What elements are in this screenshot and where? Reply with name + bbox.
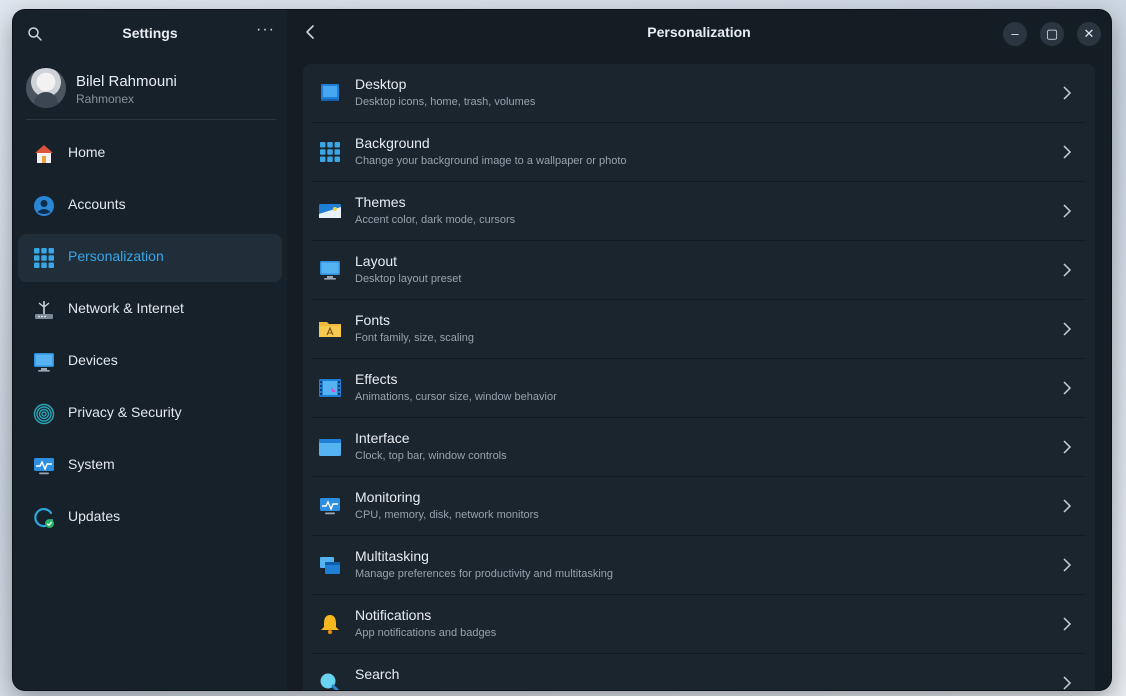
list-item-multitasking[interactable]: Multitasking Manage preferences for prod… [312,536,1086,595]
user-profile[interactable]: Bilel Rahmouni Rahmonex [26,67,276,120]
close-button[interactable]: ✕ [1077,22,1101,46]
sidebar-item-privacy[interactable]: Privacy & Security [18,390,282,438]
profile-username: Rahmonex [76,92,135,106]
chevron-right-icon [1063,263,1072,277]
page-title: Personalization [647,24,751,40]
row-title: Monitoring [355,489,421,505]
row-subtitle: Desktop icons, home, trash, volumes [355,96,536,108]
sidebar: Settings ··· Bilel Rahmouni Rahmonex Hom… [13,10,287,690]
chevron-right-icon [1063,676,1072,690]
multitasking-icon [320,557,340,574]
effects-icon [319,379,341,397]
sidebar-title: Settings [122,25,178,41]
row-subtitle: Font family, size, scaling [355,332,475,344]
sidebar-item-label: Accounts [68,196,126,212]
user-icon [34,196,54,216]
chevron-right-icon [1063,204,1072,218]
minimize-button[interactable]: – [1003,22,1027,46]
row-subtitle: Manage preferences for productivity and … [355,568,614,580]
monitoring-icon [320,498,340,515]
monitor-icon [34,353,54,372]
sidebar-header: Settings ··· [13,10,287,56]
interface-icon [319,439,341,456]
list-item-background[interactable]: Background Change your background image … [312,123,1086,182]
sidebar-item-personalization[interactable]: Personalization [18,234,282,282]
sidebar-item-updates[interactable]: Updates [18,494,282,542]
row-title: Interface [355,430,410,446]
chevron-right-icon [1063,440,1072,454]
row-subtitle: CPU, memory, disk, network monitors [355,509,539,521]
row-subtitle: Clock, top bar, window controls [355,450,507,462]
list-item-monitoring[interactable]: Monitoring CPU, memory, disk, network mo… [312,477,1086,536]
settings-window: Settings ··· Bilel Rahmouni Rahmonex Hom… [13,10,1111,690]
list-item-desktop[interactable]: Desktop Desktop icons, home, trash, volu… [312,64,1086,123]
row-subtitle: Change your background image to a wallpa… [355,155,627,167]
sidebar-item-accounts[interactable]: Accounts [18,182,282,230]
network-icon [35,301,53,319]
more-options-icon[interactable]: ··· [256,22,275,38]
main-header: Personalization – ▢ ✕ [287,10,1111,56]
sidebar-item-network[interactable]: Network & Internet [18,286,282,334]
row-title: Search [355,666,400,682]
sidebar-nav: Home Accounts Personalization Network & … [18,130,282,546]
row-subtitle: App notifications and badges [355,627,497,639]
update-icon [34,508,54,528]
row-title: Fonts [355,312,391,328]
chevron-right-icon [1063,145,1072,159]
sidebar-item-devices[interactable]: Devices [18,338,282,386]
themes-icon [319,204,341,218]
row-title: Background [355,135,430,151]
bell-icon [321,615,339,635]
desktop-icon [321,84,339,101]
row-subtitle: Accent color, dark mode, cursors [355,214,516,226]
list-item-effects[interactable]: Effects Animations, cursor size, window … [312,359,1086,418]
home-icon [35,145,53,163]
maximize-button[interactable]: ▢ [1040,22,1064,46]
sidebar-item-label: Devices [68,352,118,368]
fonts-icon [319,322,341,337]
search-icon [320,673,340,690]
profile-name: Bilel Rahmouni [76,73,177,90]
row-title: Layout [355,253,398,269]
chevron-right-icon [1063,86,1072,100]
row-subtitle: Animations, cursor size, window behavior [355,391,557,403]
row-title: Notifications [355,607,432,623]
background-icon [320,142,340,162]
list-item-search[interactable]: Search [312,654,1086,690]
chevron-right-icon [1063,322,1072,336]
sidebar-item-label: System [68,456,115,472]
list-item-themes[interactable]: Themes Accent color, dark mode, cursors [312,182,1086,241]
sidebar-item-label: Privacy & Security [68,404,182,420]
layout-icon [320,261,340,280]
chevron-right-icon [1063,381,1072,395]
sidebar-item-label: Updates [68,508,121,524]
main-panel: Personalization – ▢ ✕ Desktop Desktop ic… [287,10,1111,690]
row-title: Desktop [355,76,407,92]
list-item-fonts[interactable]: Fonts Font family, size, scaling [312,300,1086,359]
list-item-layout[interactable]: Layout Desktop layout preset [312,241,1086,300]
row-title: Themes [355,194,406,210]
list-item-interface[interactable]: Interface Clock, top bar, window control… [312,418,1086,477]
chevron-right-icon [1063,499,1072,513]
avatar [26,68,66,108]
row-subtitle: Desktop layout preset [355,273,462,285]
fingerprint-icon [33,403,55,425]
sidebar-item-label: Network & Internet [68,300,184,316]
chevron-right-icon [1063,617,1072,631]
chevron-right-icon [1063,558,1072,572]
sidebar-item-home[interactable]: Home [18,130,282,178]
settings-list: Desktop Desktop icons, home, trash, volu… [303,64,1095,690]
row-title: Multitasking [355,548,429,564]
sidebar-item-label: Personalization [68,248,164,264]
list-item-notifications[interactable]: Notifications App notifications and badg… [312,595,1086,654]
sidebar-item-label: Home [68,144,106,160]
row-title: Effects [355,371,398,387]
grid-icon [34,248,54,268]
system-monitor-icon [34,458,54,475]
sidebar-item-system[interactable]: System [18,442,282,490]
